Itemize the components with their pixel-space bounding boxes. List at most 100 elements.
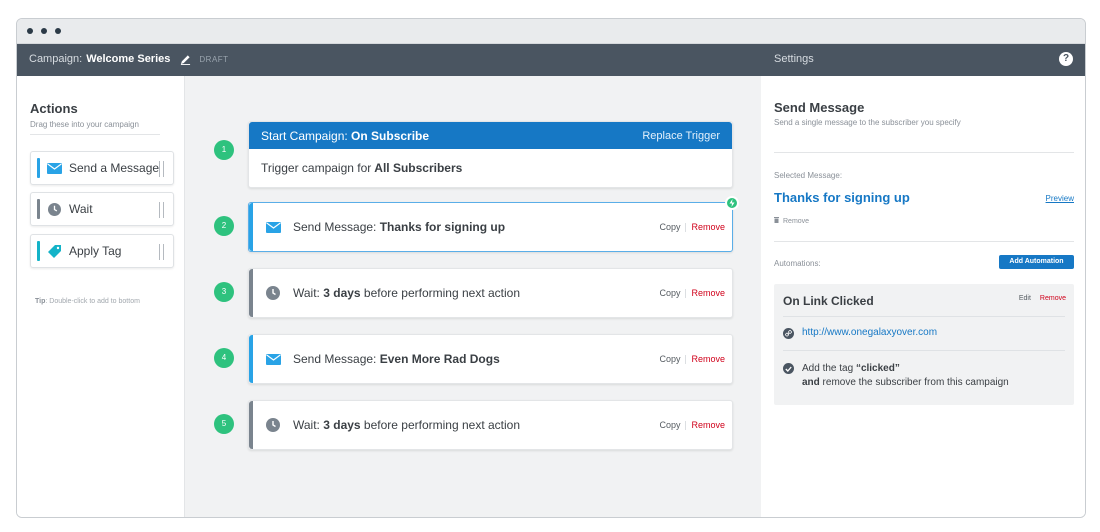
window-dot-icon[interactable] [27,28,33,34]
campaign-name[interactable]: Welcome Series [86,53,170,65]
selected-message[interactable]: Thanks for signing up [774,190,910,205]
remove-button[interactable]: Remove [691,420,725,430]
envelope-icon [265,351,281,367]
drag-handle-icon[interactable] [159,202,164,218]
actions-title: Actions [30,101,78,116]
remove-automation-button[interactable]: Remove [1040,295,1066,302]
clock-icon [46,201,62,217]
automation-link-row: http://www.onegalaxyover.com [783,327,937,339]
replace-trigger-button[interactable]: Replace Trigger [642,130,720,142]
automation-url[interactable]: http://www.onegalaxyover.com [802,327,937,338]
action-label: Send a Message [69,161,160,175]
settings-subtitle: Send a single message to the subscriber … [774,118,961,127]
copy-button[interactable]: Copy [659,354,680,364]
clock-icon [265,417,281,433]
top-bar: Campaign: Welcome Series DRAFT Settings … [17,44,1085,76]
automation-action-row: Add the tag “clicked” and remove the sub… [783,362,1009,390]
action-color-bar [37,158,40,178]
step-actions: Copy Remove [659,288,725,298]
step-number: 2 [214,216,234,236]
divider [783,316,1065,317]
separator [685,222,687,232]
envelope-icon [46,160,62,176]
step-color-bar [249,401,253,449]
edit-button[interactable]: Edit [1019,295,1031,302]
link-icon [783,328,794,339]
window-dot-icon[interactable] [41,28,47,34]
automation-title: On Link Clicked [783,294,874,308]
automation-actions: Edit Remove [1019,295,1066,302]
step-card-send-message[interactable]: Send Message: Thanks for signing up Copy… [248,196,739,252]
drag-handle-icon[interactable] [159,244,164,260]
envelope-icon [265,219,281,235]
step-label: Send Message: Thanks for signing up [293,220,506,234]
separator [685,354,687,364]
remove-button[interactable]: Remove [691,354,725,364]
actions-subtitle: Drag these into your campaign [30,120,139,129]
remove-message-button[interactable]: Remove [774,217,809,225]
automation-action-text: Add the tag “clicked” and remove the sub… [802,363,1009,388]
trigger-description: Trigger campaign for All Subscribers [261,161,463,175]
selected-message-label: Selected Message: [774,171,843,180]
campaign-label: Campaign: [29,53,83,65]
trigger-title: Start Campaign: On Subscribe [261,128,430,143]
trigger-card[interactable]: Start Campaign: On Subscribe Replace Tri… [248,121,733,188]
automation-card: On Link Clicked Edit Remove http://www.o… [774,284,1074,405]
step-row: Send Message: Even More Rad Dogs Copy Re… [249,335,732,383]
step-card-wait[interactable]: Wait: 3 days before performing next acti… [248,400,733,450]
divider [774,241,1074,242]
trash-icon [774,217,779,225]
pencil-icon[interactable] [180,54,191,65]
remove-button[interactable]: Remove [691,288,725,298]
settings-panel: Send Message Send a single message to th… [761,76,1085,517]
action-wait[interactable]: Wait [30,192,174,226]
action-color-bar [37,241,40,261]
copy-button[interactable]: Copy [659,420,680,430]
separator [685,288,687,298]
step-number: 1 [214,140,234,160]
help-icon[interactable]: ? [1059,52,1073,66]
action-color-bar [37,199,40,219]
app-window: Campaign: Welcome Series DRAFT Settings … [16,18,1086,518]
step-row: Wait: 3 days before performing next acti… [249,269,732,317]
step-color-bar [249,335,253,383]
settings-heading: Settings [774,53,814,65]
check-icon [783,363,794,374]
tip-text: Tip: Double-click to add to bottom [35,298,140,305]
step-color-bar [249,269,253,317]
step-number: 5 [214,414,234,434]
window-dot-icon[interactable] [55,28,61,34]
preview-link[interactable]: Preview [1046,194,1074,203]
step-card-wait[interactable]: Wait: 3 days before performing next acti… [248,268,733,318]
copy-button[interactable]: Copy [659,288,680,298]
automation-bolt-icon [725,196,739,210]
action-send-message[interactable]: Send a Message [30,151,174,185]
step-number: 3 [214,282,234,302]
step-number: 4 [214,348,234,368]
automations-label: Automations: [774,259,821,268]
step-label: Send Message: Even More Rad Dogs [293,352,500,366]
step-actions: Copy Remove [659,354,725,364]
copy-button[interactable]: Copy [659,222,680,232]
add-automation-button[interactable]: Add Automation [999,255,1074,269]
divider [783,350,1065,351]
window-chrome [17,19,1085,44]
step-row: Send Message: Thanks for signing up Copy… [249,203,732,251]
clock-icon [265,285,281,301]
campaign-canvas: 1 Start Campaign: On Subscribe Replace T… [185,76,761,517]
drag-handle-icon[interactable] [159,161,164,177]
divider [30,134,160,135]
divider [774,152,1074,153]
step-label: Wait: 3 days before performing next acti… [293,418,521,432]
step-card-send-message[interactable]: Send Message: Even More Rad Dogs Copy Re… [248,334,733,384]
step-actions: Copy Remove [659,222,725,232]
action-label: Apply Tag [69,244,122,258]
action-apply-tag[interactable]: Apply Tag [30,234,174,268]
separator [685,420,687,430]
action-label: Wait [69,202,93,216]
step-label: Wait: 3 days before performing next acti… [293,286,521,300]
trigger-header: Start Campaign: On Subscribe Replace Tri… [249,122,732,149]
remove-button[interactable]: Remove [691,222,725,232]
actions-sidebar: Actions Drag these into your campaign Se… [17,76,185,517]
status-badge: DRAFT [199,54,229,64]
